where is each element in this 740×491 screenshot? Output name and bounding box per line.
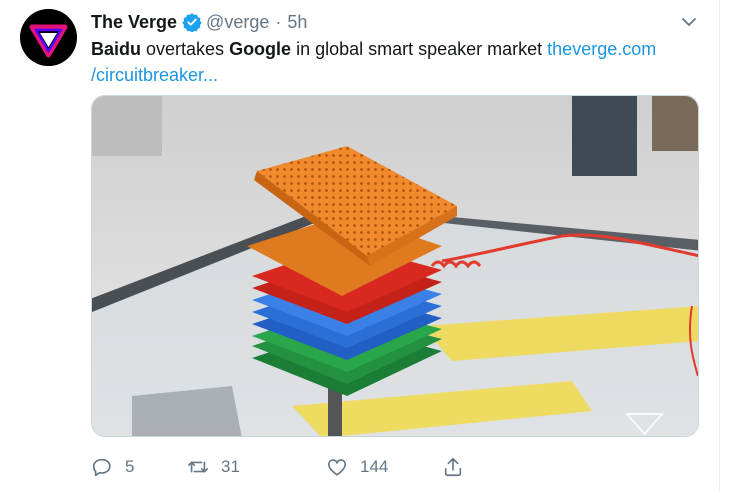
author-avatar[interactable] [20, 9, 77, 66]
text-segment-2: in global smart speaker market [291, 39, 548, 59]
text-segment-1: overtakes [141, 39, 230, 59]
article-link-path[interactable]: /circuitbreaker... [91, 65, 218, 85]
reply-button[interactable]: 5 [91, 452, 134, 482]
smart-speaker-photo [92, 96, 698, 436]
retweet-icon [188, 461, 208, 473]
author-name[interactable]: The Verge [91, 12, 177, 33]
verified-badge-icon [182, 12, 202, 32]
tweet-header: The Verge @verge · 5h [91, 9, 307, 35]
retweet-count: 31 [221, 457, 240, 476]
like-button[interactable]: 144 [326, 452, 388, 482]
tweet-card[interactable]: The Verge @verge · 5h Baidu overtakes Go… [0, 0, 720, 491]
tweet-actions: 5 31 144 [91, 452, 511, 482]
text-bold-google: Google [229, 39, 292, 59]
author-handle[interactable]: @verge [206, 12, 269, 33]
reply-count: 5 [125, 457, 135, 476]
share-icon [444, 457, 462, 477]
chevron-down-icon[interactable] [679, 12, 699, 32]
tweet-timestamp[interactable]: 5h [287, 12, 307, 33]
verge-logo-icon [20, 9, 77, 66]
like-count: 144 [360, 457, 389, 476]
retweet-button[interactable]: 31 [187, 452, 240, 482]
share-button[interactable] [442, 452, 464, 482]
header-separator: · [275, 11, 282, 32]
tweet-text: Baidu overtakes Google in global smart s… [91, 36, 691, 88]
tweet-media-image[interactable] [91, 95, 699, 437]
text-bold-baidu: Baidu [91, 39, 142, 59]
reply-icon [92, 458, 111, 477]
heart-icon [327, 459, 347, 476]
article-link-domain[interactable]: theverge.com [547, 39, 656, 59]
